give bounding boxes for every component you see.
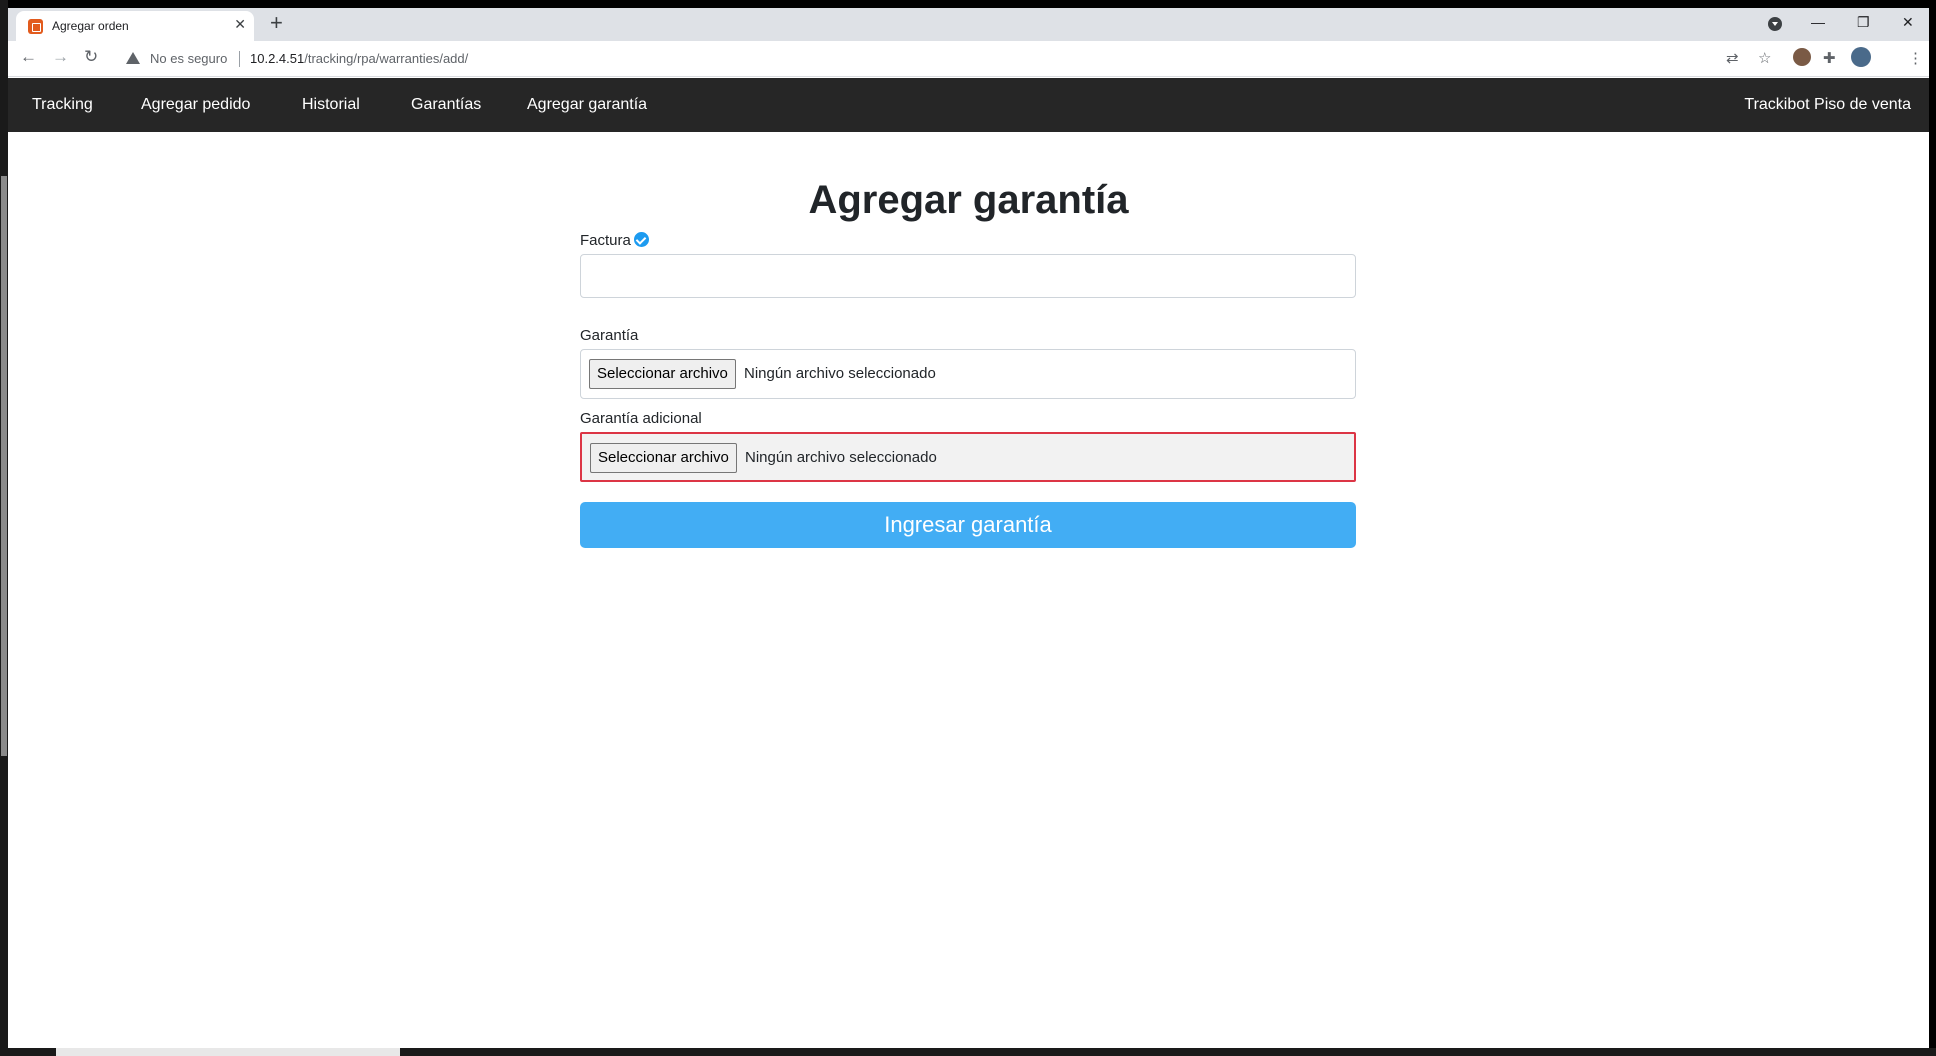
site-favicon-icon xyxy=(28,19,43,34)
nav-item-agregar-pedido[interactable]: Agregar pedido xyxy=(141,96,250,114)
browser-window: Agregar orden ✕ + — ❐ ✕ ← → ↻ No es segu… xyxy=(8,8,1929,1048)
warning-icon[interactable] xyxy=(126,52,140,64)
scrollbar-thumb[interactable] xyxy=(1,176,7,756)
profile-avatar-icon[interactable] xyxy=(1851,47,1871,67)
garantia-adicional-label: Garantía adicional xyxy=(580,410,702,427)
nav-item-tracking[interactable]: Tracking xyxy=(32,96,93,114)
app-navbar: Tracking Agregar pedido Historial Garant… xyxy=(8,78,1929,132)
garantia-file-status: Ningún archivo seleccionado xyxy=(744,365,936,382)
omnibox-divider xyxy=(239,51,240,67)
navbar-brand[interactable]: Trackibot Piso de venta xyxy=(1744,96,1911,114)
reload-icon[interactable]: ↻ xyxy=(84,47,98,67)
restore-button[interactable]: ❐ xyxy=(1857,14,1870,31)
warranty-form: Factura Garantía Seleccionar archivo Nin… xyxy=(580,230,1356,548)
extensions-puzzle-icon[interactable]: ✚ xyxy=(1823,49,1836,67)
browser-toolbar: ← → ↻ No es seguro 10.2.4.51/tracking/rp… xyxy=(8,41,1929,77)
address-bar[interactable]: 10.2.4.51/tracking/rpa/warranties/add/ xyxy=(250,51,468,66)
taskbar-strip xyxy=(0,1048,1936,1056)
garantia-adicional-file-status: Ningún archivo seleccionado xyxy=(745,449,937,466)
nav-item-historial[interactable]: Historial xyxy=(302,96,360,114)
garantia-select-file-button[interactable]: Seleccionar archivo xyxy=(589,359,736,389)
garantia-adicional-file-input[interactable]: Seleccionar archivo Ningún archivo selec… xyxy=(580,432,1356,482)
taskbar-segment xyxy=(56,1048,400,1056)
nav-item-garantias[interactable]: Garantías xyxy=(411,96,481,114)
tab-close-icon[interactable]: ✕ xyxy=(234,16,246,33)
factura-label-text: Factura xyxy=(580,232,631,249)
forward-arrow-icon[interactable]: → xyxy=(52,47,69,67)
translate-icon[interactable]: ⇄ xyxy=(1726,49,1739,67)
tab-title: Agregar orden xyxy=(52,19,129,33)
new-tab-button[interactable]: + xyxy=(270,12,283,34)
bookmark-star-icon[interactable]: ☆ xyxy=(1758,49,1771,67)
security-label[interactable]: No es seguro xyxy=(150,51,227,66)
tab-strip: Agregar orden ✕ + — ❐ ✕ xyxy=(8,8,1929,41)
submit-warranty-button[interactable]: Ingresar garantía xyxy=(580,502,1356,548)
nav-item-agregar-garantia[interactable]: Agregar garantía xyxy=(527,96,647,114)
url-host: 10.2.4.51 xyxy=(250,51,305,66)
tab-search-icon[interactable] xyxy=(1768,17,1782,31)
verified-check-icon xyxy=(633,232,649,247)
garantia-file-input[interactable]: Seleccionar archivo Ningún archivo selec… xyxy=(580,349,1356,399)
url-path: /tracking/rpa/warranties/add/ xyxy=(304,51,469,66)
page-title: Agregar garantía xyxy=(808,178,1129,222)
left-scroll-rail xyxy=(0,0,8,1056)
window-close-button[interactable]: ✕ xyxy=(1902,14,1914,31)
extension-avatar-icon[interactable] xyxy=(1793,48,1811,66)
more-menu-icon[interactable]: ⋮ xyxy=(1908,49,1923,67)
minimize-button[interactable]: — xyxy=(1811,14,1825,30)
garantia-adicional-select-file-button[interactable]: Seleccionar archivo xyxy=(590,443,737,473)
back-arrow-icon[interactable]: ← xyxy=(20,47,37,67)
browser-tab[interactable]: Agregar orden ✕ xyxy=(16,11,254,41)
factura-label: Factura xyxy=(580,230,1356,252)
garantia-label: Garantía xyxy=(580,327,639,344)
factura-input[interactable] xyxy=(580,254,1356,298)
